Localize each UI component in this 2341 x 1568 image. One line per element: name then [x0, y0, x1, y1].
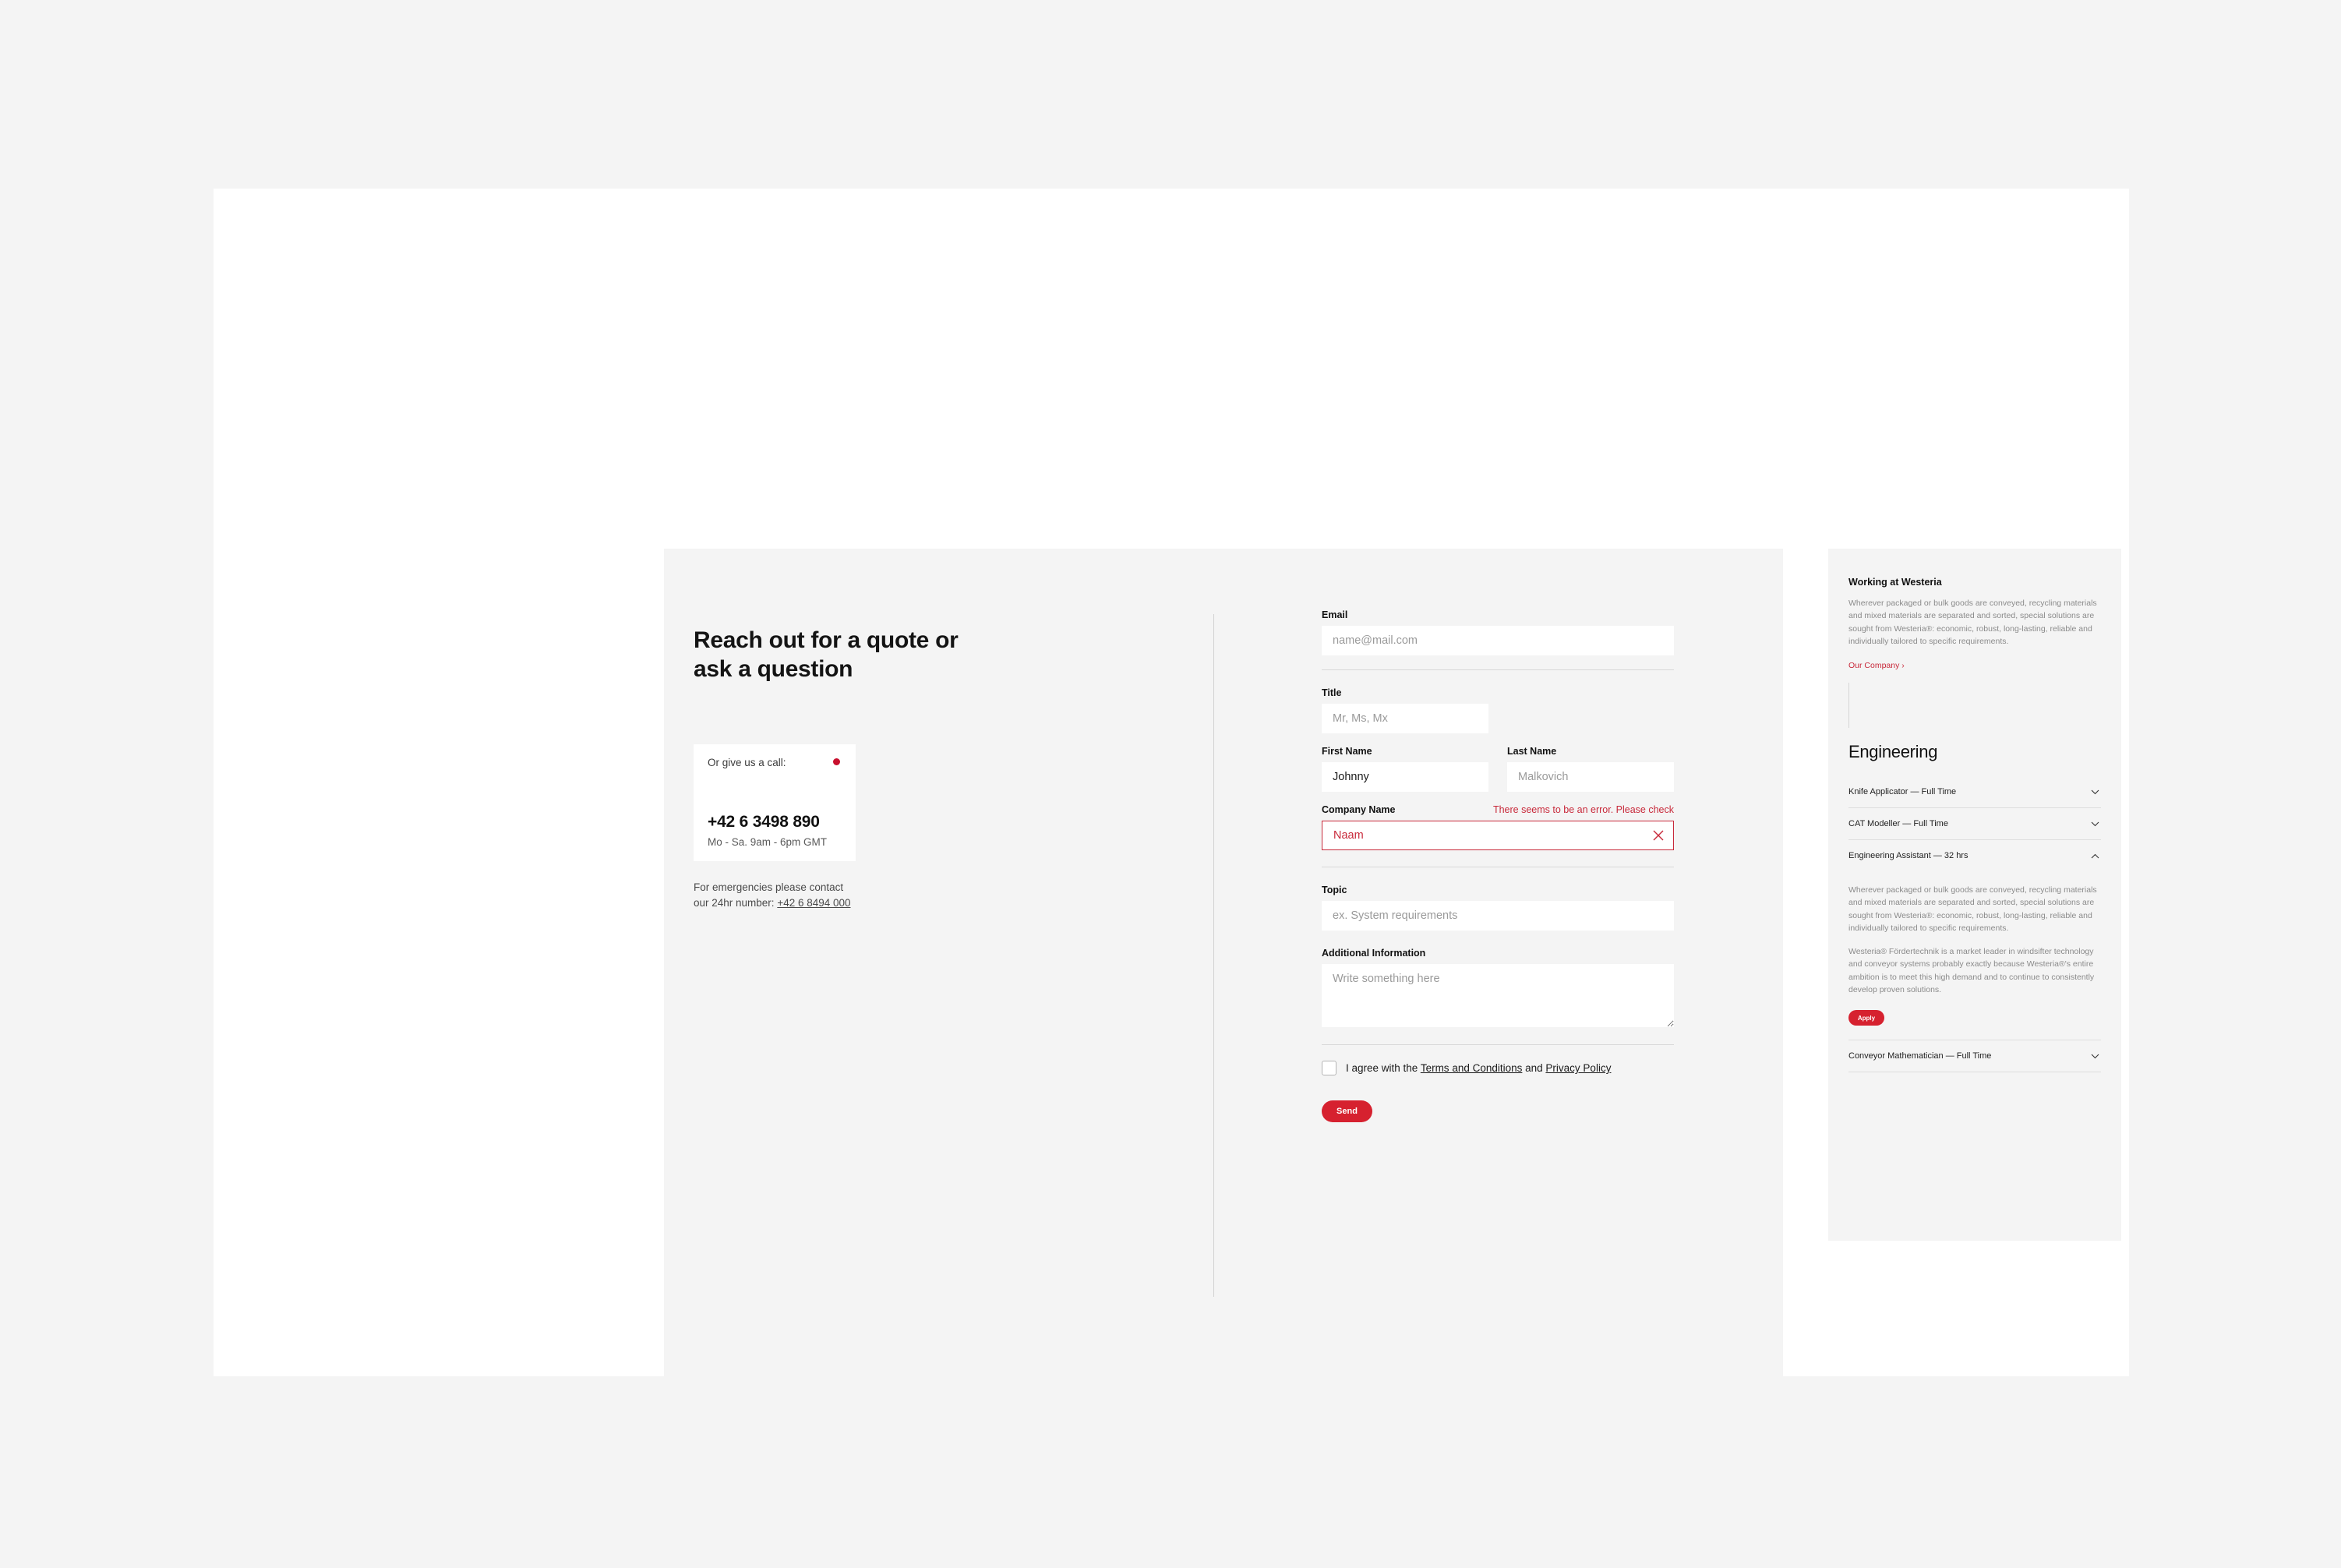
job-accordion-item: Conveyor Mathematician — Full Time — [1848, 1040, 2101, 1073]
opening-hours: Mo - Sa. 9am - 6pm GMT — [708, 836, 828, 848]
consent-checkbox[interactable] — [1322, 1061, 1336, 1075]
sidebar-section-title: Engineering — [1848, 742, 1938, 762]
our-company-link[interactable]: Our Company › — [1848, 661, 1905, 670]
terms-and-conditions-link[interactable]: Terms and Conditions — [1421, 1062, 1523, 1074]
last-name-field-block: Last Name — [1507, 746, 1674, 792]
additional-info-field-block: Additional Information — [1322, 948, 1674, 1027]
privacy-policy-link[interactable]: Privacy Policy — [1545, 1062, 1611, 1074]
consent-row: I agree with the Terms and Conditions an… — [1322, 1061, 1674, 1075]
chevron-down-icon[interactable] — [2091, 789, 2101, 795]
job-accordion-header[interactable]: Conveyor Mathematician — Full Time — [1848, 1040, 2101, 1072]
company-input[interactable] — [1322, 821, 1673, 849]
company-error-message: There seems to be an error. Please check — [1492, 804, 1674, 815]
company-label: Company Name — [1322, 804, 1396, 815]
phone-number[interactable]: +42 6 3498 890 — [708, 813, 820, 832]
our-company-link-label: Our Company — [1848, 661, 1900, 671]
call-card-header: Or give us a call: — [708, 758, 842, 768]
job-accordion-header[interactable]: CAT Modeller — Full Time — [1848, 808, 2101, 839]
name-fields-row: First Name Last Name — [1322, 746, 1674, 792]
first-name-label: First Name — [1322, 746, 1372, 757]
job-description-paragraph: Wherever packaged or bulk goods are conv… — [1848, 885, 2097, 933]
job-accordion-body: Wherever packaged or bulk goods are conv… — [1848, 871, 2101, 1040]
contact-form-panel: Reach out for a quote or ask a question … — [664, 549, 1783, 1395]
job-accordion-item: Engineering Assistant — 32 hrs Wherever p… — [1848, 840, 2101, 1041]
chevron-down-icon[interactable] — [2091, 821, 2101, 827]
form-divider-3 — [1322, 1044, 1674, 1045]
consent-prefix: I agree with the — [1346, 1062, 1421, 1074]
last-name-label: Last Name — [1507, 746, 1557, 757]
job-accordion-header[interactable]: Engineering Assistant — 32 hrs — [1848, 840, 2101, 871]
status-dot-icon — [833, 758, 840, 765]
email-label: Email — [1322, 609, 1348, 620]
title-input[interactable] — [1322, 704, 1488, 733]
jobs-accordion: Knife Applicator — Full Time CAT Modeller… — [1848, 776, 2101, 1073]
consent-label: I agree with the Terms and Conditions an… — [1346, 1062, 1611, 1074]
sidebar-heading: Working at Westeria — [1848, 577, 1942, 588]
job-title: CAT Modeller — Full Time — [1848, 819, 1948, 829]
contact-info-column: Reach out for a quote or ask a question … — [694, 627, 1192, 909]
job-description-paragraph: Westeria® Fördertechnik is a market lead… — [1848, 947, 2095, 994]
additional-info-label: Additional Information — [1322, 948, 1426, 959]
email-input[interactable] — [1322, 626, 1674, 655]
emergency-line-1: For emergencies please contact — [694, 881, 844, 893]
job-title: Engineering Assistant — 32 hrs — [1848, 851, 1968, 861]
page-canvas: Reach out for a quote or ask a question … — [214, 189, 2129, 1395]
company-input-wrapper — [1322, 821, 1674, 850]
apply-button[interactable]: Apply — [1848, 1010, 1884, 1026]
column-divider — [1213, 614, 1214, 1297]
email-field-block: Email — [1322, 609, 1674, 655]
close-icon[interactable] — [1653, 830, 1664, 841]
job-title: Knife Applicator — Full Time — [1848, 787, 1957, 797]
job-accordion-item: CAT Modeller — Full Time — [1848, 808, 2101, 841]
careers-sidebar-panel: Working at Westeria Wherever packaged or… — [1828, 549, 2121, 1241]
topic-field-block: Topic — [1322, 885, 1674, 931]
sidebar-intro-paragraph: Wherever packaged or bulk goods are conv… — [1848, 599, 2097, 646]
additional-info-textarea[interactable] — [1322, 964, 1674, 1027]
chevron-up-icon[interactable] — [2091, 853, 2101, 859]
job-accordion-header[interactable]: Knife Applicator — Full Time — [1848, 776, 2101, 807]
consent-middle: and — [1522, 1062, 1546, 1074]
sidebar-vertical-divider — [1848, 683, 1849, 729]
job-title: Conveyor Mathematician — Full Time — [1848, 1051, 1992, 1061]
page-title: Reach out for a quote or ask a question — [694, 627, 959, 682]
call-us-card: Or give us a call: +42 6 3498 890 Mo - S… — [694, 744, 856, 861]
company-label-row: Company Name There seems to be an error.… — [1322, 804, 1674, 815]
title-label: Title — [1322, 687, 1342, 698]
call-card-label: Or give us a call: — [708, 757, 786, 768]
send-button[interactable]: Send — [1322, 1100, 1372, 1122]
chevron-right-icon: › — [1901, 661, 1905, 671]
emergency-phone-link[interactable]: +42 6 8494 000 — [777, 897, 850, 909]
topic-input[interactable] — [1322, 901, 1674, 931]
title-field-block: Title — [1322, 687, 1674, 733]
chevron-down-icon[interactable] — [2091, 1054, 2101, 1059]
topic-label: Topic — [1322, 885, 1347, 895]
first-name-field-block: First Name — [1322, 746, 1488, 792]
contact-form: Email Title First Name Last Name — [1322, 609, 1674, 1122]
last-name-input[interactable] — [1507, 762, 1674, 792]
job-accordion-item: Knife Applicator — Full Time — [1848, 776, 2101, 809]
form-divider-1 — [1322, 669, 1674, 670]
emergency-contact-block: For emergencies please contact our 24hr … — [694, 880, 896, 910]
sidebar-intro: Working at Westeria Wherever packaged or… — [1828, 577, 2121, 1073]
emergency-line-2-prefix: our 24hr number: — [694, 896, 778, 909]
company-field-block: Company Name There seems to be an error.… — [1322, 804, 1674, 850]
first-name-input[interactable] — [1322, 762, 1488, 792]
